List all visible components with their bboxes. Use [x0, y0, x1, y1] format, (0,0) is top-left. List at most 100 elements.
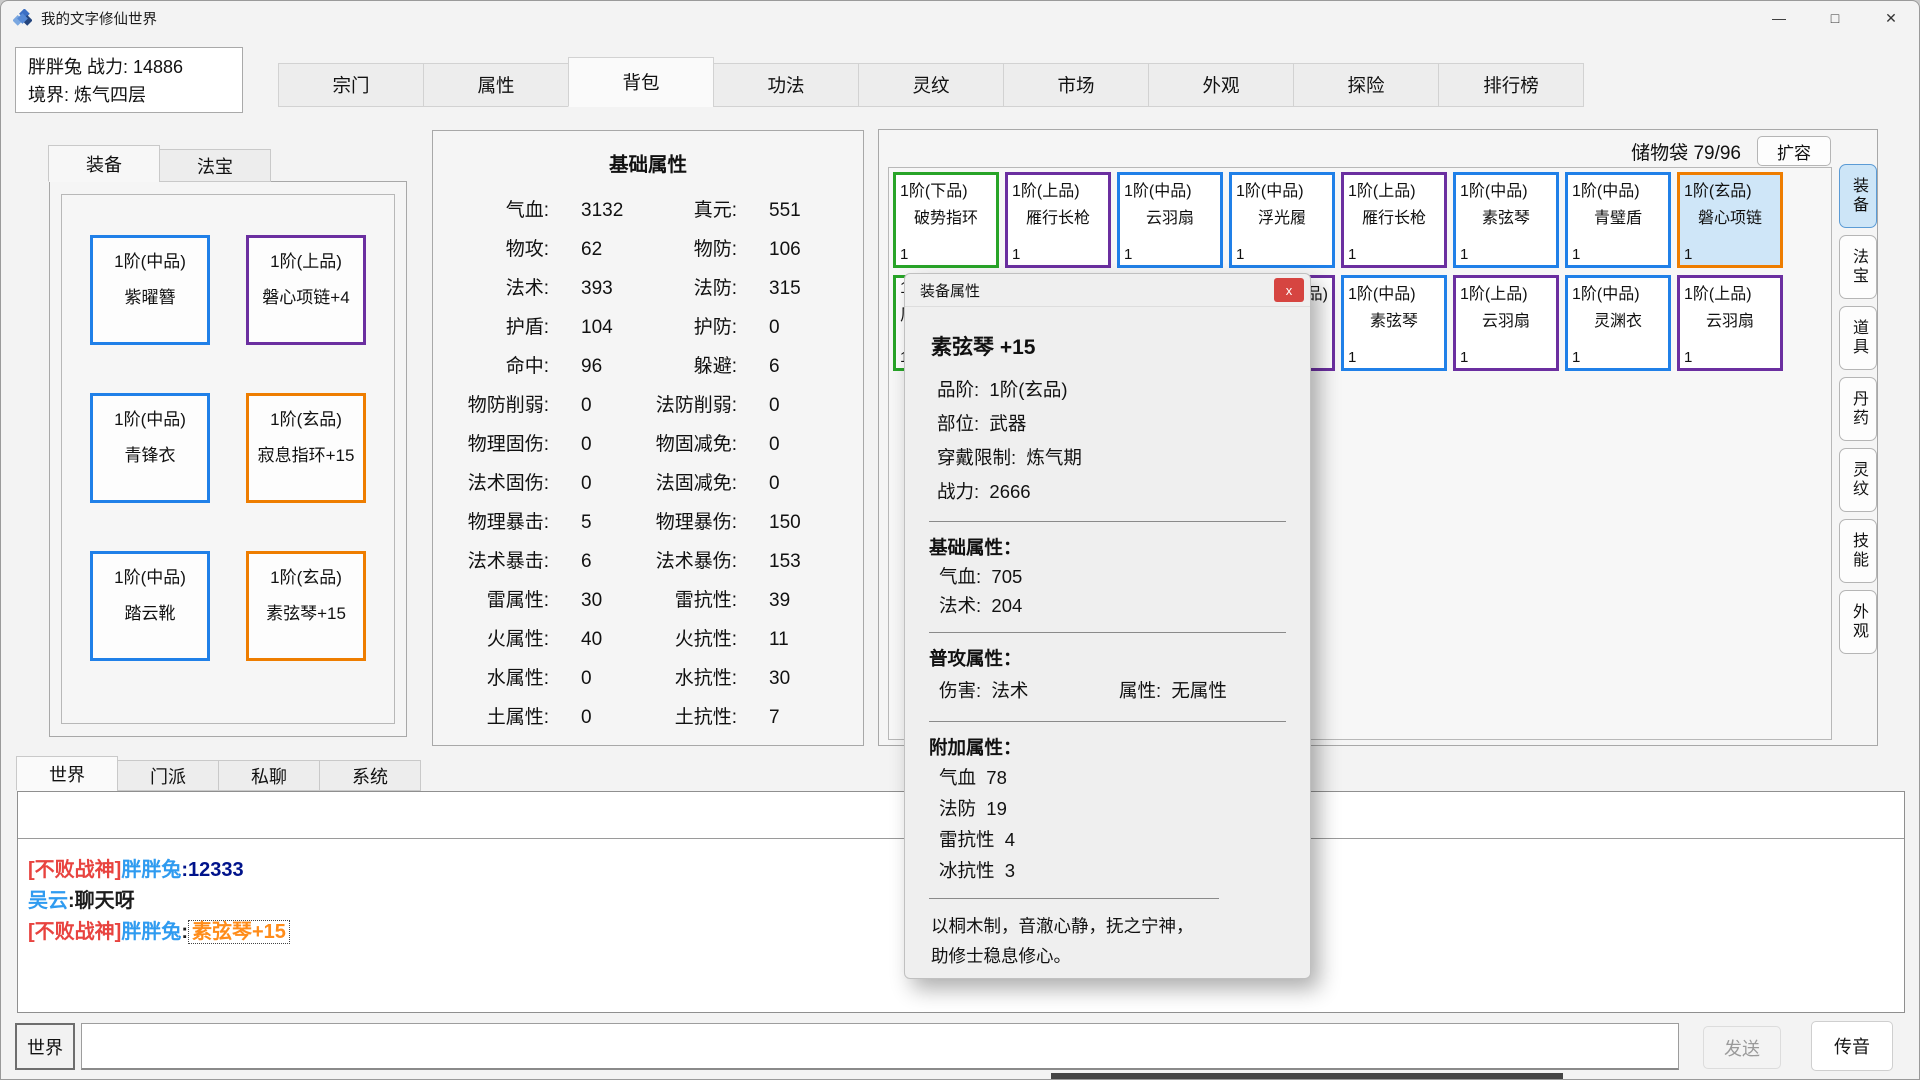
close-button[interactable]: ✕: [1863, 1, 1919, 35]
category-button[interactable]: 外观: [1839, 590, 1877, 654]
stat-label: 法术固伤:: [433, 472, 549, 496]
equipment-tab[interactable]: 装备: [48, 145, 160, 182]
stat-label: 物防:: [639, 238, 737, 262]
inventory-item[interactable]: 1阶(中品) 素弦琴 1: [1453, 172, 1559, 268]
stat-label: 水属性:: [433, 667, 549, 691]
player-name[interactable]: 胖胖兔: [121, 859, 181, 881]
equipment-tab-label: 装备: [86, 151, 122, 177]
base-stat-label: 气血:: [939, 566, 981, 587]
main-tab[interactable]: 宗门: [278, 63, 424, 107]
category-button-label: 道具: [1846, 319, 1870, 357]
chat-tab[interactable]: 系统: [319, 760, 421, 791]
main-tab-label: 探险: [1347, 72, 1384, 98]
main-tab[interactable]: 外观: [1148, 63, 1294, 107]
item-count: 1: [1572, 246, 1664, 263]
popup-close-button[interactable]: x: [1274, 278, 1304, 302]
message-text: :: [181, 921, 188, 943]
attack-damage-label: 伤害:: [939, 680, 981, 701]
category-button-label: 技能: [1846, 532, 1870, 570]
inventory-item[interactable]: 1阶(上品) 云羽扇 1: [1453, 275, 1559, 371]
stat-value: 0: [737, 394, 827, 418]
equipment-tab[interactable]: 法宝: [159, 149, 271, 182]
extra-stat-value: 3: [1005, 860, 1015, 881]
stat-value: 153: [737, 550, 827, 574]
popup-base-header: 基础属性：: [929, 534, 1286, 562]
item-name: 云羽扇: [1124, 204, 1216, 228]
inventory-item[interactable]: 1阶(中品) 浮光履 1: [1229, 172, 1335, 268]
chat-tab[interactable]: 门派: [117, 760, 219, 791]
item-tier: 1阶(中品): [1236, 177, 1328, 201]
equipment-slot[interactable]: 1阶(上品) 磐心项链+4: [246, 235, 366, 345]
voice-button[interactable]: 传音: [1811, 1021, 1893, 1071]
stat-label: 物理固伤:: [433, 433, 549, 457]
main-tab-label: 市场: [1057, 72, 1094, 98]
item-tier: 1阶(中品): [1572, 177, 1664, 201]
main-tab[interactable]: 市场: [1003, 63, 1149, 107]
main-tab[interactable]: 背包: [568, 57, 714, 107]
equipment-slot[interactable]: 1阶(玄品) 寂息指环+15: [246, 393, 366, 503]
category-button[interactable]: 道具: [1839, 306, 1877, 370]
equipment-slot[interactable]: 1阶(中品) 踏云靴: [90, 551, 210, 661]
main-tab[interactable]: 功法: [713, 63, 859, 107]
item-name: 磐心项链: [1684, 204, 1776, 228]
category-button[interactable]: 技能: [1839, 519, 1877, 583]
inventory-item[interactable]: 1阶(下品) 破势指环 1: [893, 172, 999, 268]
slot-value: 武器: [989, 413, 1026, 434]
main-tab[interactable]: 排行榜: [1438, 63, 1584, 107]
description-line: 助修士稳息修心。: [931, 941, 1286, 971]
equipment-slot[interactable]: 1阶(中品) 青锋衣: [90, 393, 210, 503]
extra-stat-value: 4: [1005, 829, 1015, 850]
main-tab[interactable]: 灵纹: [858, 63, 1004, 107]
chat-tab-label: 世界: [49, 761, 85, 787]
inventory-item[interactable]: 1阶(上品) 云羽扇 1: [1677, 275, 1783, 371]
popup-title-bar: 装备属性 x: [905, 274, 1310, 307]
item-tier: 1阶(上品): [1348, 177, 1440, 201]
main-tab[interactable]: 探险: [1293, 63, 1439, 107]
base-stats-grid: 气血: 3132 真元: 551 物攻: 62 物防: 106 法术: 393 …: [433, 199, 863, 730]
stat-label: 法防削弱:: [639, 394, 737, 418]
inventory-item[interactable]: 1阶(中品) 素弦琴 1: [1341, 275, 1447, 371]
item-count: 1: [1236, 246, 1328, 263]
limit-label: 穿戴限制:: [937, 447, 1016, 468]
equipment-slot[interactable]: 1阶(中品) 紫曜簪: [90, 235, 210, 345]
minimize-button[interactable]: —: [1751, 1, 1807, 35]
chat-item-link[interactable]: 素弦琴+15: [188, 920, 290, 944]
stat-label: 水抗性:: [639, 667, 737, 691]
chat-tab[interactable]: 私聊: [218, 760, 320, 791]
chat-tab[interactable]: 世界: [16, 756, 118, 791]
stat-label: 真元:: [639, 199, 737, 223]
category-button[interactable]: 装备: [1839, 164, 1877, 228]
chat-input[interactable]: [81, 1023, 1679, 1070]
bag-capacity-label: 储物袋 79/96: [1631, 138, 1741, 165]
inventory-item[interactable]: 1阶(玄品) 磐心项链 1: [1677, 172, 1783, 268]
expand-bag-button[interactable]: 扩容: [1757, 136, 1831, 166]
main-tab[interactable]: 属性: [423, 63, 569, 107]
player-info-card: 胖胖兔 战力: 14886 境界: 炼气四层: [15, 47, 243, 113]
item-tier: 1阶(上品): [1012, 177, 1104, 201]
app-icon: [13, 9, 32, 28]
category-button[interactable]: 丹药: [1839, 377, 1877, 441]
send-button[interactable]: 发送: [1703, 1026, 1781, 1069]
inventory-item[interactable]: 1阶(中品) 云羽扇 1: [1117, 172, 1223, 268]
category-button-label: 法宝: [1846, 248, 1870, 286]
inventory-item[interactable]: 1阶(上品) 雁行长枪 1: [1005, 172, 1111, 268]
stat-value: 7: [737, 706, 827, 730]
main-tab-label: 宗门: [332, 72, 369, 98]
main-tab-label: 排行榜: [1483, 72, 1539, 98]
inventory-item[interactable]: 1阶(上品) 雁行长枪 1: [1341, 172, 1447, 268]
inventory-item[interactable]: 1阶(中品) 灵渊衣 1: [1565, 275, 1671, 371]
stat-label: 土抗性:: [639, 706, 737, 730]
inventory-item[interactable]: 1阶(中品) 青璧盾 1: [1565, 172, 1671, 268]
player-name[interactable]: 吴云: [28, 890, 68, 912]
grade-label: 品阶:: [937, 379, 979, 400]
maximize-button[interactable]: □: [1807, 1, 1863, 35]
item-name: 破势指环: [900, 204, 992, 228]
player-name[interactable]: 胖胖兔: [121, 921, 181, 943]
category-button[interactable]: 法宝: [1839, 235, 1877, 299]
description-line: 以桐木制，音澈心静，抚之宁神，: [931, 911, 1286, 941]
category-button[interactable]: 灵纹: [1839, 448, 1877, 512]
equipment-slot[interactable]: 1阶(玄品) 素弦琴+15: [246, 551, 366, 661]
item-name: 浮光履: [1236, 204, 1328, 228]
equipment-name: 素弦琴+15: [249, 599, 363, 624]
chat-channel-button[interactable]: 世界: [15, 1023, 75, 1070]
